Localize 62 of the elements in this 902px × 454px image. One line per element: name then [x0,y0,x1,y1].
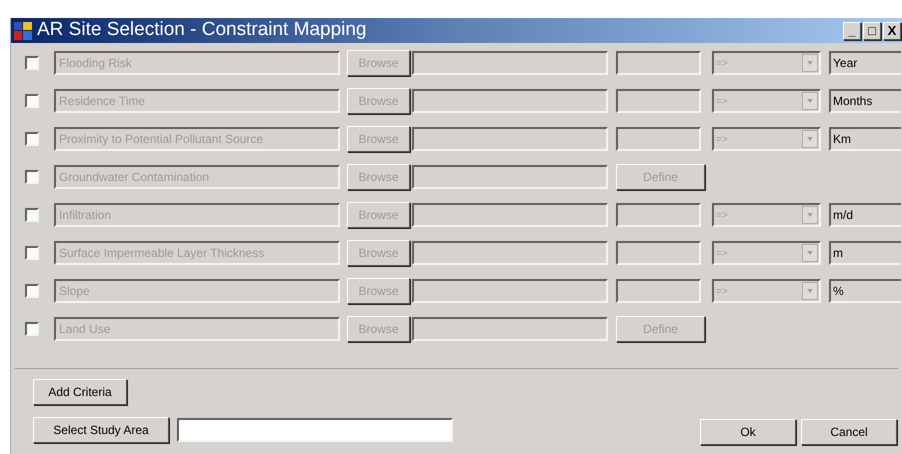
criterion-name-field[interactable]: Groundwater Contamination [54,165,340,189]
value-field[interactable] [616,51,701,75]
file-path-field[interactable] [412,51,608,75]
operator-dropdown[interactable]: => [712,89,821,113]
unit-field[interactable]: Months [829,89,901,113]
criterion-name-field[interactable]: Residence Time [54,89,340,113]
operator-dropdown[interactable]: => [712,203,821,227]
browse-button[interactable]: Browse [347,316,410,342]
criterion-name-field[interactable]: Land Use [54,317,340,341]
checkbox[interactable] [25,170,39,184]
operator-dropdown[interactable]: => [712,279,821,303]
value-field[interactable] [616,203,701,227]
operator-dropdown[interactable]: => [712,127,821,151]
browse-button[interactable]: Browse [347,50,410,76]
file-path-field[interactable] [412,165,608,189]
file-path-field[interactable] [412,127,608,151]
browse-button[interactable]: Browse [347,240,410,266]
value-field[interactable] [616,89,701,113]
browse-button[interactable]: Browse [347,202,410,228]
unit-field[interactable]: Km [829,127,901,151]
browse-button[interactable]: Browse [347,164,410,190]
select-study-area-button[interactable]: Select Study Area [33,417,169,443]
criterion-name-field[interactable]: Infiltration [54,203,340,227]
browse-button[interactable]: Browse [347,88,410,114]
operator-dropdown[interactable]: => [712,51,821,75]
criterion-name-field[interactable]: Proximity to Potential Pollutant Source [54,127,340,151]
criterion-name-field[interactable]: Slope [54,279,340,303]
checkbox[interactable] [25,132,39,146]
value-field[interactable] [616,127,701,151]
app-icon [13,20,33,40]
file-path-field[interactable] [412,279,608,303]
file-path-field[interactable] [412,89,608,113]
unit-field[interactable]: m/d [829,203,901,227]
browse-button[interactable]: Browse [347,278,410,304]
study-area-field[interactable] [177,418,453,442]
unit-field[interactable]: % [829,279,901,303]
ok-button[interactable]: Ok [700,419,796,445]
define-button[interactable]: Define [616,164,705,190]
value-field[interactable] [616,241,701,265]
criterion-name-field[interactable]: Flooding Risk [54,51,340,75]
define-button[interactable]: Define [616,316,705,342]
checkbox[interactable] [25,208,39,222]
checkbox[interactable] [25,56,39,70]
cancel-button[interactable]: Cancel [801,419,897,445]
maximize-button[interactable]: □ [863,22,881,40]
operator-dropdown[interactable]: => [712,241,821,265]
checkbox[interactable] [25,322,39,336]
checkbox[interactable] [25,94,39,108]
criterion-name-field[interactable]: Surface Impermeable Layer Thickness [54,241,340,265]
value-field[interactable] [616,279,701,303]
browse-button[interactable]: Browse [347,126,410,152]
checkbox[interactable] [25,284,39,298]
checkbox[interactable] [25,246,39,260]
unit-field[interactable]: m [829,241,901,265]
file-path-field[interactable] [412,317,608,341]
unit-field[interactable]: Year [829,51,901,75]
close-button[interactable]: X [883,22,901,40]
file-path-field[interactable] [412,203,608,227]
window-title: AR Site Selection - Constraint Mapping [37,18,366,42]
file-path-field[interactable] [412,241,608,265]
add-criteria-button[interactable]: Add Criteria [33,379,127,405]
minimize-button[interactable]: _ [843,22,861,40]
